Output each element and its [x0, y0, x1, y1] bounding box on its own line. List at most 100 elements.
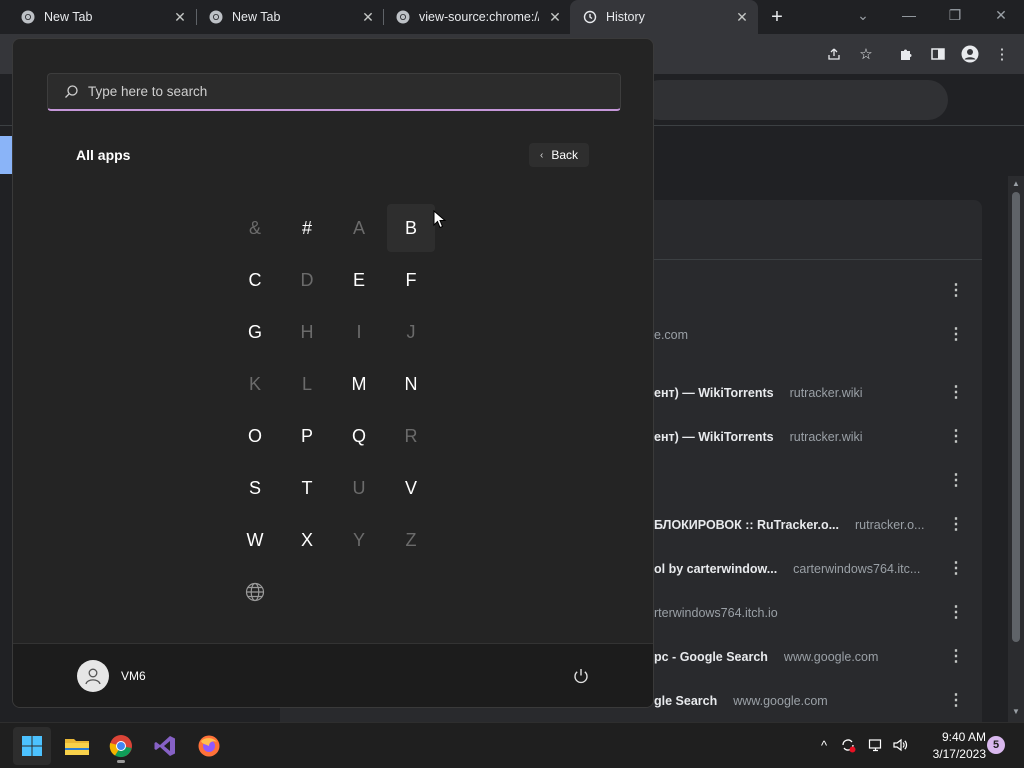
extensions-icon[interactable]	[894, 42, 918, 66]
close-icon[interactable]: ✕	[734, 9, 750, 25]
sidebar-selected-item[interactable]	[0, 136, 12, 174]
clock-time: 9:40 AM	[941, 730, 986, 744]
tab-view-source[interactable]: view-source:chrome:// ✕	[375, 0, 571, 34]
scroll-down-icon[interactable]: ▼	[1012, 708, 1020, 716]
letter-button[interactable]: G	[231, 308, 279, 356]
history-search-field[interactable]	[640, 80, 948, 120]
power-icon[interactable]	[569, 664, 593, 688]
letter-button[interactable]: F	[387, 256, 435, 304]
more-actions-icon[interactable]: ⋮	[946, 559, 966, 579]
close-window-icon[interactable]: ✕	[978, 0, 1024, 30]
history-row-domain: rutracker.wiki	[789, 430, 863, 444]
chevron-up-icon[interactable]: ^	[814, 735, 834, 755]
letter-button: Z	[405, 529, 417, 550]
letter-button[interactable]: B	[387, 204, 435, 252]
close-icon[interactable]: ✕	[360, 9, 376, 25]
new-tab-button[interactable]: +	[765, 5, 789, 29]
taskbar: ^ 9:40 AM 3/17/2023 5	[0, 722, 1024, 768]
scroll-up-icon[interactable]: ▲	[1012, 180, 1020, 188]
letter-button[interactable]: T	[283, 464, 331, 512]
more-actions-icon[interactable]: ⋮	[946, 471, 966, 491]
letter-button: I	[356, 321, 362, 342]
letter-button[interactable]: #	[283, 204, 331, 252]
file-explorer-icon[interactable]	[58, 727, 96, 765]
clock[interactable]: 9:40 AM 3/17/2023	[916, 729, 986, 763]
sync-icon[interactable]	[838, 735, 858, 755]
minimize-icon[interactable]: —	[886, 0, 932, 30]
letter-button[interactable]: C	[231, 256, 279, 304]
history-row-domain: rutracker.o...	[855, 518, 925, 532]
tab-search-icon[interactable]: ⌄	[840, 0, 886, 30]
history-row-domain: www.google.com	[733, 694, 828, 708]
letter-button: H	[300, 321, 314, 342]
letter-button[interactable]: M	[335, 360, 383, 408]
history-row-domain: e.com	[654, 328, 689, 342]
more-actions-icon[interactable]: ⋮	[946, 647, 966, 667]
bookmark-star-icon[interactable]: ☆	[854, 42, 878, 66]
profile-icon[interactable]	[958, 42, 982, 66]
letter-button[interactable]: S	[231, 464, 279, 512]
scroll-thumb[interactable]	[1012, 192, 1020, 642]
letter-button: L	[301, 373, 312, 394]
start-search-input[interactable]	[88, 84, 588, 99]
start-search-box[interactable]	[47, 73, 621, 111]
visual-studio-icon[interactable]	[146, 727, 184, 765]
network-icon[interactable]	[866, 735, 886, 755]
history-row-title[interactable]: рс - Google Search	[654, 650, 768, 664]
history-row-domain: www.google.com	[783, 650, 879, 664]
user-name[interactable]: VM6	[121, 669, 146, 683]
history-icon	[582, 9, 598, 25]
tab-new-tab-2[interactable]: New Tab ✕	[188, 0, 384, 34]
letter-button: &	[248, 217, 261, 238]
chrome-icon	[208, 9, 224, 25]
close-icon[interactable]: ✕	[547, 9, 563, 25]
firefox-icon[interactable]	[190, 727, 228, 765]
globe-icon[interactable]	[231, 568, 279, 616]
history-row-title[interactable]: БЛОКИРОВОК :: RuTracker.o...	[654, 518, 839, 532]
chevron-left-icon: ‹	[539, 149, 544, 161]
history-row-title[interactable]: ol by carterwindow...	[654, 562, 777, 576]
letter-button[interactable]: E	[335, 256, 383, 304]
volume-icon[interactable]	[890, 735, 910, 755]
start-menu-footer: VM6	[13, 643, 653, 707]
letter-button[interactable]: V	[387, 464, 435, 512]
history-row-title[interactable]: gle Search	[654, 694, 717, 708]
letter-button[interactable]: O	[231, 412, 279, 460]
letter-button: J	[406, 321, 416, 342]
history-row-title[interactable]: ент) — WikiTorrents	[654, 386, 774, 400]
share-icon[interactable]	[822, 42, 846, 66]
search-icon	[62, 83, 80, 101]
more-actions-icon[interactable]: ⋮	[946, 325, 966, 345]
tab-label: History	[606, 10, 645, 24]
letter-button[interactable]: W	[231, 516, 279, 564]
notification-badge[interactable]: 5	[987, 736, 1005, 754]
chrome-icon[interactable]	[102, 727, 140, 765]
tab-label: New Tab	[232, 10, 281, 24]
letter-button[interactable]: N	[387, 360, 435, 408]
mouse-cursor	[433, 210, 447, 229]
avatar[interactable]	[77, 660, 109, 692]
side-panel-icon[interactable]	[926, 42, 950, 66]
letter-button[interactable]: X	[283, 516, 331, 564]
more-actions-icon[interactable]: ⋮	[946, 515, 966, 535]
back-button[interactable]: ‹ Back	[529, 143, 589, 167]
running-indicator	[117, 760, 125, 763]
letter-button[interactable]: P	[283, 412, 331, 460]
letter-button[interactable]: Q	[335, 412, 383, 460]
letter-button: K	[248, 373, 261, 394]
history-row-domain: rterwindows764.itch.io	[654, 606, 778, 620]
close-icon[interactable]: ✕	[172, 9, 188, 25]
tab-new-tab-1[interactable]: New Tab ✕	[0, 0, 196, 34]
scrollbar[interactable]: ▲ ▼	[1008, 176, 1024, 722]
kebab-menu-icon[interactable]: ⋮	[990, 42, 1014, 66]
tab-history[interactable]: History ✕	[570, 0, 758, 34]
more-actions-icon[interactable]: ⋮	[946, 603, 966, 623]
more-actions-icon[interactable]: ⋮	[946, 427, 966, 447]
start-icon[interactable]	[13, 727, 51, 765]
restore-icon[interactable]: ❐	[932, 0, 978, 30]
more-actions-icon[interactable]: ⋮	[946, 383, 966, 403]
tab-label: view-source:chrome://	[419, 10, 539, 24]
more-actions-icon[interactable]: ⋮	[946, 281, 966, 301]
more-actions-icon[interactable]: ⋮	[946, 691, 966, 711]
history-row-title[interactable]: ент) — WikiTorrents	[654, 430, 774, 444]
